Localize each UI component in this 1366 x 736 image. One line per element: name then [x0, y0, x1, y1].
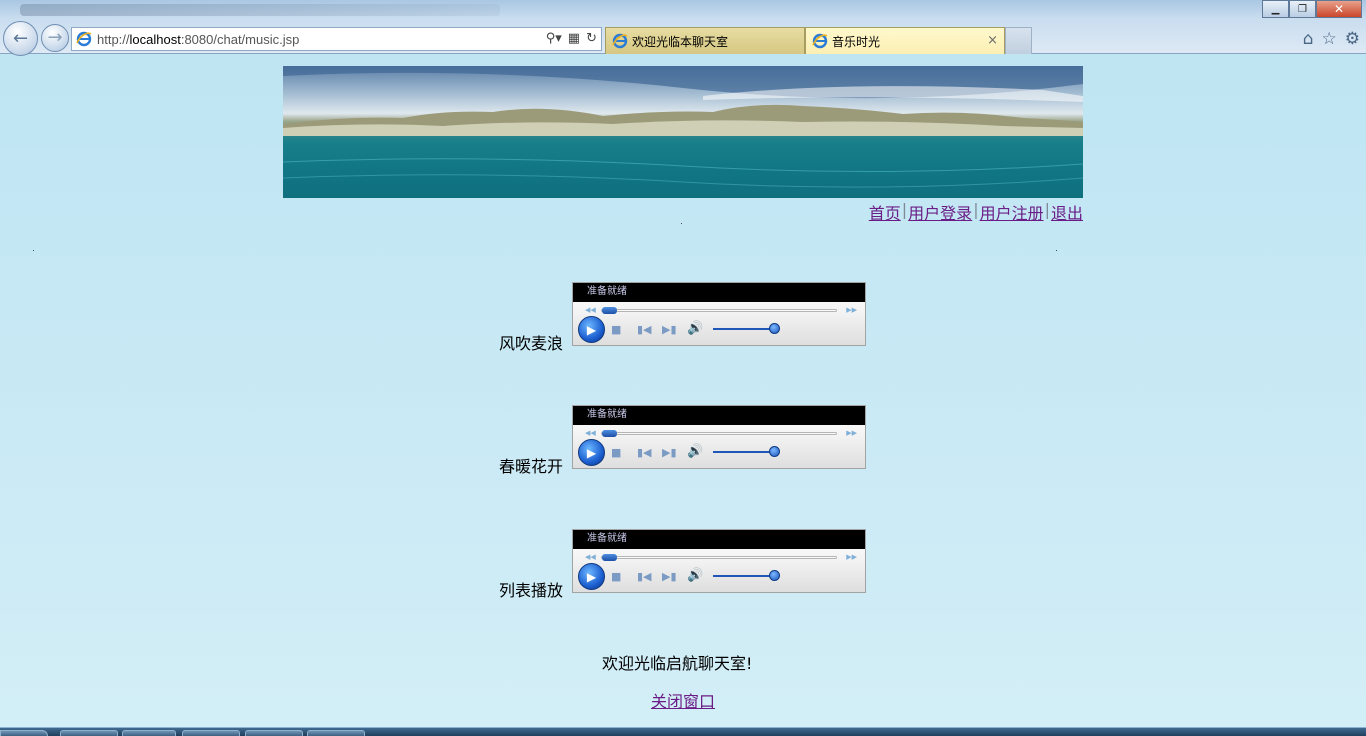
volume-icon[interactable]: 🔊: [687, 321, 703, 336]
taskbar-app-button[interactable]: [122, 730, 176, 736]
taskbar-app-button[interactable]: [307, 730, 365, 736]
nav-separator: |: [973, 200, 979, 219]
seek-thumb[interactable]: [602, 307, 617, 314]
media-player[interactable]: 准备就绪 ◀◀ ▶▶ ▶ ■ ▮◀ ▶▮ 🔊: [572, 282, 866, 346]
volume-thumb[interactable]: [769, 570, 780, 581]
ie-logo-icon: [812, 33, 828, 49]
stop-icon[interactable]: ■: [611, 446, 621, 459]
tab-welcome[interactable]: 欢迎光临本聊天室: [605, 27, 805, 54]
url-text[interactable]: http://localhost:8080/chat/music.jsp: [97, 32, 299, 47]
stop-icon[interactable]: ■: [611, 570, 621, 583]
media-player[interactable]: 准备就绪 ◀◀ ▶▶ ▶ ■ ▮◀ ▶▮ 🔊: [572, 405, 866, 469]
player-status: 准备就绪: [573, 283, 865, 302]
rewind-icon[interactable]: ◀◀: [585, 553, 596, 561]
previous-icon[interactable]: ▮◀: [637, 323, 652, 336]
tab-label: 音乐时光: [832, 34, 881, 49]
song-title: 列表播放: [498, 581, 563, 600]
close-tab-icon[interactable]: ×: [987, 33, 998, 48]
volume-icon[interactable]: 🔊: [687, 568, 703, 583]
fast-forward-icon[interactable]: ▶▶: [846, 429, 857, 437]
lake-rocks-illustration: [283, 66, 1083, 198]
start-button[interactable]: [0, 730, 48, 736]
song-title: 风吹麦浪: [498, 334, 563, 353]
forward-button[interactable]: →: [41, 24, 69, 52]
next-icon[interactable]: ▶▮: [662, 446, 677, 459]
welcome-message: 欢迎光临启航聊天室!: [602, 654, 753, 673]
nav-logout-link[interactable]: 退出: [1051, 200, 1083, 224]
rewind-icon[interactable]: ◀◀: [585, 429, 596, 437]
play-icon: ▶: [586, 445, 597, 460]
stray-pixel: [1056, 250, 1057, 251]
refresh-icon[interactable]: ↻: [586, 31, 597, 46]
minimize-button[interactable]: ▁: [1262, 0, 1289, 18]
back-arrow-icon: ←: [12, 27, 29, 49]
play-icon: ▶: [586, 322, 597, 337]
play-button[interactable]: ▶: [578, 316, 605, 343]
compatibility-icon[interactable]: ▦: [568, 31, 580, 46]
search-icon[interactable]: ⚲▾: [546, 31, 562, 46]
play-icon: ▶: [586, 569, 597, 584]
new-tab-button[interactable]: [1005, 27, 1032, 54]
ie-logo-icon: [76, 31, 92, 47]
seek-bar[interactable]: [601, 309, 837, 312]
maximize-button[interactable]: ❐: [1289, 0, 1316, 18]
nav-separator: |: [1044, 200, 1050, 219]
fast-forward-icon[interactable]: ▶▶: [846, 306, 857, 314]
banner-image: [283, 66, 1083, 198]
address-bar[interactable]: http://localhost:8080/chat/music.jsp ⚲▾ …: [71, 27, 602, 51]
next-icon[interactable]: ▶▮: [662, 570, 677, 583]
seek-bar[interactable]: [601, 432, 837, 435]
play-button[interactable]: ▶: [578, 439, 605, 466]
tools-gear-icon[interactable]: ⚙: [1345, 29, 1360, 49]
taskbar-app-button[interactable]: [245, 730, 303, 736]
volume-thumb[interactable]: [769, 323, 780, 334]
taskbar-app-button[interactable]: [60, 730, 118, 736]
window-title-blurred: [20, 4, 500, 16]
ie-logo-icon: [612, 33, 628, 49]
player-status: 准备就绪: [573, 530, 865, 549]
volume-thumb[interactable]: [769, 446, 780, 457]
seek-bar[interactable]: [601, 556, 837, 559]
previous-icon[interactable]: ▮◀: [637, 570, 652, 583]
nav-home-link[interactable]: 首页: [869, 200, 901, 224]
nav-separator: |: [901, 200, 908, 219]
home-icon[interactable]: ⌂: [1303, 29, 1314, 49]
nav-register-link[interactable]: 用户注册: [980, 200, 1044, 224]
nav-login-link[interactable]: 用户登录: [908, 200, 972, 224]
back-button[interactable]: ←: [3, 21, 38, 56]
forward-arrow-icon: →: [47, 27, 63, 48]
stray-pixel: [681, 223, 682, 224]
window-controls: ▁ ❐ ✕: [1262, 0, 1362, 18]
player-status: 准备就绪: [573, 406, 865, 425]
media-player[interactable]: 准备就绪 ◀◀ ▶▶ ▶ ■ ▮◀ ▶▮ 🔊: [572, 529, 866, 593]
taskbar-app-button[interactable]: [182, 730, 240, 736]
next-icon[interactable]: ▶▮: [662, 323, 677, 336]
rewind-icon[interactable]: ◀◀: [585, 306, 596, 314]
tab-label: 欢迎光临本聊天室: [632, 34, 729, 49]
seek-thumb[interactable]: [602, 430, 617, 437]
close-window-link[interactable]: 关闭窗口: [651, 688, 715, 712]
fast-forward-icon[interactable]: ▶▶: [846, 553, 857, 561]
seek-thumb[interactable]: [602, 554, 617, 561]
favorites-star-icon[interactable]: ☆: [1322, 29, 1337, 49]
song-title: 春暖花开: [498, 457, 563, 476]
close-window-button[interactable]: ✕: [1316, 0, 1362, 18]
stray-pixel: [33, 250, 34, 251]
top-navigation: 首页 | 用户登录 | 用户注册 | 退出: [869, 200, 1083, 224]
play-button[interactable]: ▶: [578, 563, 605, 590]
tab-music[interactable]: 音乐时光 ×: [805, 27, 1005, 54]
volume-icon[interactable]: 🔊: [687, 444, 703, 459]
stop-icon[interactable]: ■: [611, 323, 621, 336]
previous-icon[interactable]: ▮◀: [637, 446, 652, 459]
